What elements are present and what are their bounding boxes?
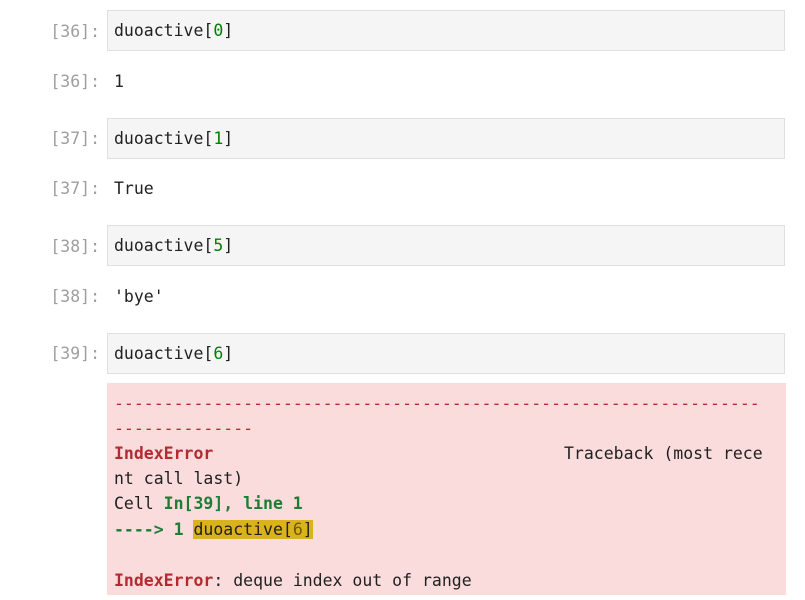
- error-message: : deque index out of range: [213, 571, 472, 590]
- code-bracket: [: [203, 344, 214, 363]
- code-bracket: ]: [223, 21, 234, 40]
- error-name: IndexError: [114, 571, 214, 590]
- code-identifier: duoactive: [114, 344, 204, 363]
- error-output: ----------------------------------------…: [107, 383, 786, 595]
- code-bracket: [: [203, 21, 214, 40]
- code-identifier: duoactive: [114, 21, 204, 40]
- code-number: 6: [292, 520, 303, 539]
- code-cell-input[interactable]: duoactive[0]: [107, 10, 785, 51]
- code-identifier: duoactive: [114, 236, 204, 255]
- code-line: duoactive[1]: [114, 129, 233, 149]
- cell-label: Cell: [114, 494, 164, 513]
- code-line: duoactive[5]: [114, 236, 233, 256]
- code-bracket: [: [203, 236, 214, 255]
- code-identifier: duoactive: [193, 520, 283, 539]
- output-prompt: [38]:: [50, 287, 100, 306]
- input-prompt: [36]:: [50, 22, 100, 41]
- output-prompt: [36]:: [50, 72, 100, 91]
- cell-output: 'bye': [114, 287, 164, 306]
- code-bracket: [: [282, 520, 293, 539]
- notebook: [36]: duoactive[0] [36]: 1 [37]: duoacti…: [0, 0, 805, 600]
- cell-output: True: [114, 179, 154, 198]
- traceback-header: Traceback (most rece: [564, 444, 763, 463]
- code-cell-input[interactable]: duoactive[1]: [107, 118, 785, 159]
- code-bracket: ]: [223, 129, 234, 148]
- error-name: IndexError: [114, 444, 214, 463]
- code-line: duoactive[0]: [114, 21, 233, 41]
- code-bracket: ]: [223, 344, 234, 363]
- cell-ref-link: In[39], line 1: [163, 494, 303, 513]
- traceback-separator: ----------------------------------------…: [114, 394, 760, 413]
- traceback-header-wrap: nt call last): [114, 469, 244, 488]
- code-number: 6: [213, 344, 224, 363]
- code-number: 5: [213, 236, 224, 255]
- code-bracket: ]: [302, 520, 313, 539]
- traceback-arrow: ----> 1: [114, 520, 194, 539]
- output-prompt: [37]:: [50, 179, 100, 198]
- code-line: duoactive[6]: [114, 344, 233, 364]
- input-prompt: [37]:: [50, 129, 100, 148]
- code-cell-input[interactable]: duoactive[5]: [107, 225, 785, 266]
- code-cell-input[interactable]: duoactive[6]: [107, 333, 785, 374]
- code-bracket: [: [203, 129, 214, 148]
- code-bracket: ]: [223, 236, 234, 255]
- code-number: 0: [213, 21, 224, 40]
- input-prompt: [38]:: [50, 237, 100, 256]
- input-prompt: [39]:: [50, 344, 100, 363]
- cell-output: 1: [114, 72, 124, 91]
- traceback-cell-ref: Cell In[39], line 1: [114, 494, 303, 514]
- highlighted-code: duoactive[6]: [193, 520, 313, 539]
- code-identifier: duoactive: [114, 129, 204, 148]
- traceback-separator: --------------: [114, 419, 254, 438]
- error-message-line: IndexError: deque index out of range: [114, 571, 472, 591]
- code-number: 1: [213, 129, 224, 148]
- traceback-source-line: ----> 1 duoactive[6]: [114, 520, 313, 540]
